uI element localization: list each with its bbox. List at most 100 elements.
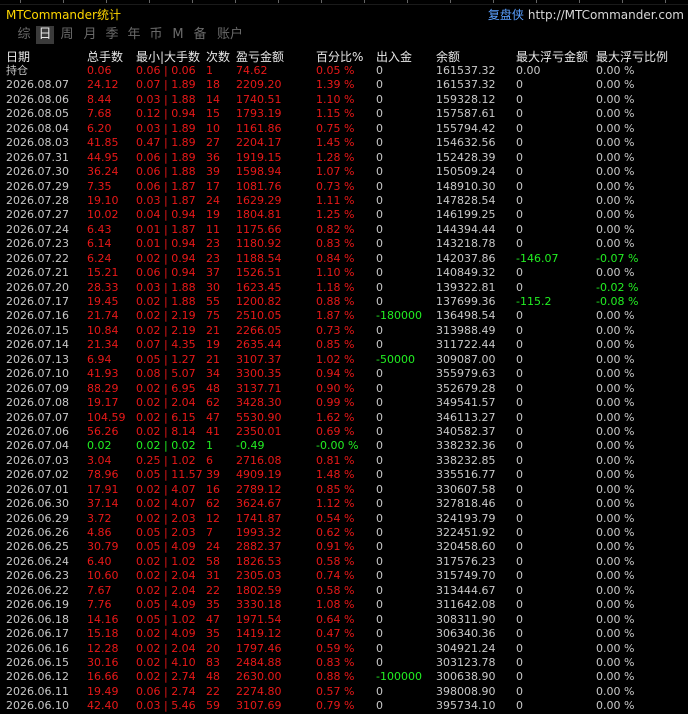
table-row[interactable]: 2026.06.10 42.40 0.03 | 5.46 59 3107.69 0.79 … [0, 699, 688, 713]
col-balance[interactable]: 余额 [436, 48, 460, 65]
cell-date: 2026.06.23 [6, 569, 69, 583]
table-row[interactable]: 2026.07.24 6.43 0.01 | 1.87 11 1175.66 0.82 %… [0, 223, 688, 237]
table-row[interactable]: 2026.08.06 8.44 0.03 | 1.88 14 1740.51 1.10 %… [0, 93, 688, 107]
table-row[interactable]: 2026.07.14 21.34 0.07 | 4.35 19 2635.44 0.85 … [0, 338, 688, 352]
tab-yearly[interactable]: 年 [125, 26, 143, 44]
cell-max-float-loss: 0 [516, 136, 523, 150]
table-row[interactable]: 2026.08.05 7.68 0.12 | 0.94 15 1793.19 1.15 %… [0, 107, 688, 121]
cell-balance: 146199.25 [436, 208, 496, 222]
table-row[interactable]: 2026.06.29 3.72 0.02 | 2.03 12 1741.87 0.54 %… [0, 512, 688, 526]
table-row[interactable]: 2026.07.27 10.02 0.04 | 0.94 19 1804.81 1.25 … [0, 208, 688, 222]
ruler-tick [149, 0, 150, 3]
table-row[interactable]: 2026.07.06 56.26 0.02 | 8.14 41 2350.01 0.69 … [0, 425, 688, 439]
col-max-float-loss-pct[interactable]: 最大浮亏比例 [596, 48, 668, 65]
table-row[interactable]: 2026.08.04 6.20 0.03 | 1.89 10 1161.86 0.75 %… [0, 122, 688, 136]
table-row[interactable]: 2026.07.02 78.96 0.05 | 11.57 39 4909.19 1.48… [0, 468, 688, 482]
cell-max-float-loss-pct: 0.00 % [596, 150, 635, 164]
col-date[interactable]: 日期 [6, 48, 30, 65]
table-row[interactable]: 2026.07.10 41.93 0.08 | 5.07 34 3300.35 0.94 … [0, 367, 688, 381]
table-row[interactable]: 2026.07.04 0.02 0.02 | 0.02 1 -0.49 -0.00 % 0 3… [0, 439, 688, 453]
cell-count: 7 [206, 526, 213, 539]
cell-in-out: 0 [376, 511, 383, 525]
cell-percent: 0.73 % [316, 179, 355, 193]
table-row[interactable]: 2026.06.18 14.16 0.05 | 1.02 47 1971.54 0.64 … [0, 613, 688, 627]
table-row[interactable]: 2026.07.15 10.84 0.02 | 2.19 21 2266.05 0.73 … [0, 324, 688, 338]
ruler-tick [665, 0, 666, 3]
cell-total-lots: 7.68 [87, 107, 112, 121]
cell-date: 2026.07.13 [6, 352, 69, 366]
table-row[interactable]: 2026.06.22 7.67 0.02 | 2.04 22 1802.59 0.58 %… [0, 584, 688, 598]
table-row[interactable]: 2026.07.16 21.74 0.02 | 2.19 75 2510.05 1.87 … [0, 309, 688, 323]
table-row[interactable]: 2026.06.11 19.49 0.06 | 2.74 22 2274.80 0.57 … [0, 685, 688, 699]
cell-max-float-loss: 0 [516, 482, 523, 496]
col-pnl[interactable]: 盈亏金额 [236, 48, 284, 65]
cell-balance: 315749.70 [436, 569, 496, 583]
cell-balance: 338232.36 [436, 439, 496, 453]
table-row[interactable]: 2026.07.07 104.59 0.02 | 6.15 47 5530.90 1.62… [0, 411, 688, 425]
table-row[interactable]: 2026.07.23 6.14 0.01 | 0.94 23 1180.92 0.83 %… [0, 237, 688, 251]
table-row[interactable]: 2026.06.25 30.79 0.05 | 4.09 24 2882.37 0.91 … [0, 540, 688, 554]
col-in-out[interactable]: 出入金 [376, 48, 412, 65]
tab-summary[interactable]: 综 [15, 26, 33, 44]
tab-currency[interactable]: 币 [147, 26, 165, 44]
cell-max-float-loss-pct: 0.00 % [596, 699, 635, 713]
table-row[interactable]: 2026.06.17 15.18 0.02 | 4.09 35 1419.12 0.47 … [0, 627, 688, 641]
cell-in-out: 0 [376, 295, 383, 308]
cell-balance: 311722.44 [436, 338, 496, 352]
table-row[interactable]: 2026.07.09 88.29 0.02 | 6.95 48 3137.71 0.90 … [0, 382, 688, 396]
cell-min-max-lots: 0.02 | 2.04 [136, 583, 196, 597]
cell-percent: 0.64 % [316, 612, 355, 626]
table-row[interactable]: 2026.07.30 36.24 0.06 | 1.88 39 1598.94 1.07 … [0, 165, 688, 179]
col-total-lots[interactable]: 总手数 [87, 48, 123, 65]
table-row[interactable]: 2026.08.07 24.12 0.07 | 1.89 18 2209.20 1.39 … [0, 78, 688, 92]
cell-max-float-loss-pct: -0.07 % [596, 251, 639, 265]
cell-in-out: 0 [376, 92, 383, 106]
tab-backup[interactable]: 备 [191, 26, 209, 44]
table-row[interactable]: 2026.07.03 3.04 0.25 | 1.02 6 2716.08 0.81 % 0… [0, 454, 688, 468]
table-row[interactable]: 2026.07.31 44.95 0.06 | 1.89 36 1919.15 1.28 … [0, 151, 688, 165]
table-row[interactable]: 2026.06.23 10.60 0.02 | 2.04 31 2305.03 0.74 … [0, 569, 688, 583]
tab-m[interactable]: M [169, 26, 187, 44]
tab-monthly[interactable]: 月 [81, 26, 99, 44]
table-row[interactable]: 2026.08.03 41.85 0.47 | 1.89 27 2204.17 1.45 … [0, 136, 688, 150]
tab-account[interactable]: 账户 [215, 26, 245, 44]
cell-pnl: 2882.37 [236, 540, 282, 554]
table-row[interactable]: 2026.07.20 28.33 0.03 | 1.88 30 1623.45 1.18 … [0, 281, 688, 295]
cell-balance: 155794.42 [436, 121, 496, 135]
table-row[interactable]: 2026.06.30 37.14 0.02 | 4.07 62 3624.67 1.12 … [0, 497, 688, 511]
cell-percent: 0.91 % [316, 540, 355, 554]
table-row[interactable]: 2026.06.26 4.86 0.05 | 2.03 7 1993.32 0.62 % 0… [0, 526, 688, 540]
table-row[interactable]: 2026.06.15 30.16 0.02 | 4.10 83 2484.88 0.83 … [0, 656, 688, 670]
table-row[interactable]: 2026.07.22 6.24 0.02 | 0.94 23 1188.54 0.84 %… [0, 252, 688, 266]
table-row[interactable]: 2026.06.24 6.40 0.02 | 1.02 58 1826.53 0.58 %… [0, 555, 688, 569]
table-row[interactable]: 2026.06.12 16.66 0.02 | 2.74 48 2630.00 0.88 … [0, 670, 688, 684]
table-row[interactable]: 2026.07.29 7.35 0.06 | 1.87 17 1081.76 0.73 %… [0, 180, 688, 194]
cell-count: 16 [206, 482, 220, 496]
col-max-float-loss[interactable]: 最大浮亏金额 [516, 48, 588, 65]
tab-quarterly[interactable]: 季 [103, 26, 121, 44]
table-row[interactable]: 2026.06.16 12.28 0.02 | 2.04 20 1797.46 0.59 … [0, 642, 688, 656]
tab-daily[interactable]: 日 [36, 26, 54, 44]
table-row[interactable]: 2026.07.13 6.94 0.05 | 1.27 21 3107.37 1.02 %… [0, 353, 688, 367]
table-row[interactable]: 2026.07.17 19.45 0.02 | 1.88 55 1200.82 0.88 … [0, 295, 688, 309]
cell-pnl: 1826.53 [236, 554, 282, 568]
tab-weekly[interactable]: 周 [58, 26, 76, 44]
cell-count: 59 [206, 699, 220, 713]
cell-count: 1 [206, 64, 213, 77]
cell-max-float-loss: 0 [516, 208, 523, 222]
cell-count: 39 [206, 165, 220, 179]
cell-in-out: 0 [376, 396, 383, 410]
table-row[interactable]: 2026.06.19 7.76 0.05 | 4.09 35 3330.18 1.08 %… [0, 598, 688, 612]
col-percent[interactable]: 百分比% [316, 48, 363, 65]
table-row[interactable]: 持仓 0.06 0.06 | 0.06 1 74.62 0.05 % 0 161537.32 0… [0, 64, 688, 78]
table-row[interactable]: 2026.07.21 15.21 0.06 | 0.94 37 1526.51 1.10 … [0, 266, 688, 280]
col-count[interactable]: 次数 [206, 48, 230, 65]
cell-max-float-loss: 0 [516, 150, 523, 164]
table-row[interactable]: 2026.07.08 19.17 0.02 | 2.04 62 3428.30 0.99 … [0, 396, 688, 410]
cell-balance: 335516.77 [436, 468, 496, 482]
col-min-max-lots[interactable]: 最小|大手数 [136, 48, 200, 65]
cell-pnl: 1741.87 [236, 511, 282, 525]
table-row[interactable]: 2026.07.28 19.10 0.03 | 1.87 24 1629.29 1.11 … [0, 194, 688, 208]
table-row[interactable]: 2026.07.01 17.91 0.02 | 4.07 16 2789.12 0.85 … [0, 483, 688, 497]
brand-link[interactable]: 复盘侠 http://MTCommander.com [488, 6, 684, 23]
